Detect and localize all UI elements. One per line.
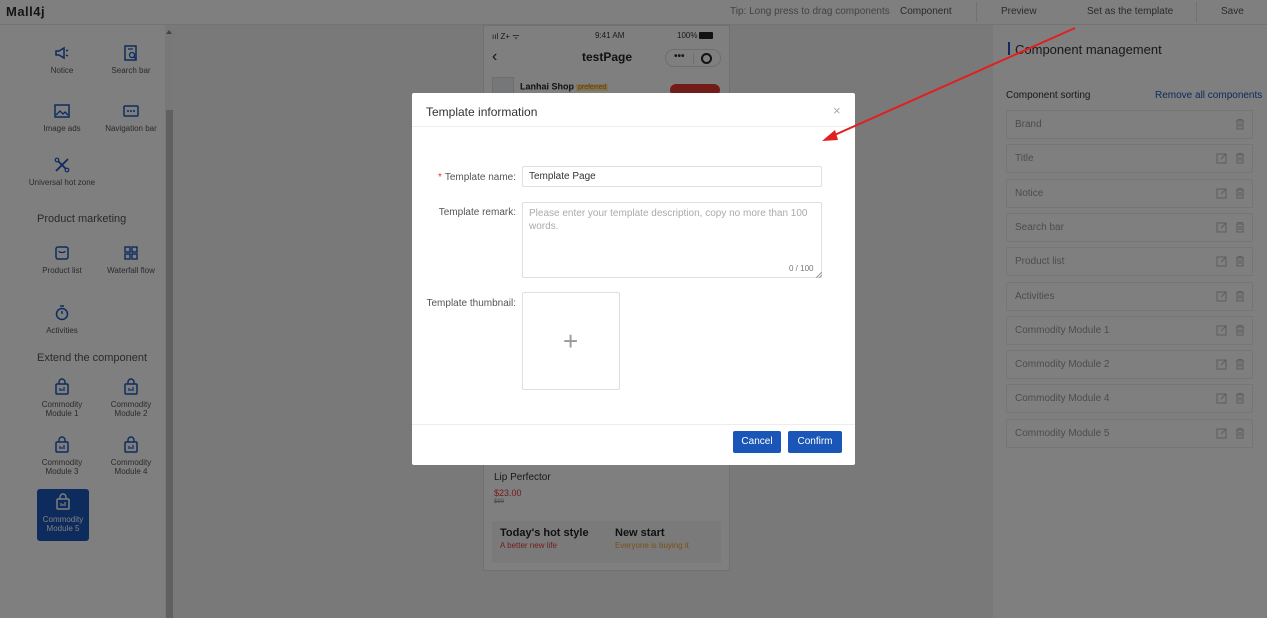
template-info-dialog: Template information × * Template name: T… [412, 93, 855, 465]
required-marker: * [437, 172, 442, 183]
template-remark-textarea[interactable]: Please enter your template description, … [522, 202, 822, 278]
plus-icon: + [563, 326, 579, 356]
close-icon[interactable]: × [833, 103, 841, 118]
cancel-button[interactable]: Cancel [733, 431, 781, 453]
confirm-button[interactable]: Confirm [788, 431, 842, 453]
divider [412, 126, 855, 127]
thumbnail-upload[interactable]: + [522, 292, 620, 390]
resize-handle-icon[interactable] [816, 272, 822, 278]
template-thumbnail-label: Template thumbnail: [426, 298, 517, 309]
template-name-input[interactable]: Template Page [522, 166, 822, 187]
dialog-title: Template information [426, 105, 538, 119]
char-counter: 0 / 100 [789, 264, 814, 273]
template-remark-label: Template remark: [438, 207, 516, 218]
divider [412, 424, 855, 425]
template-name-label: * Template name: [437, 172, 516, 183]
